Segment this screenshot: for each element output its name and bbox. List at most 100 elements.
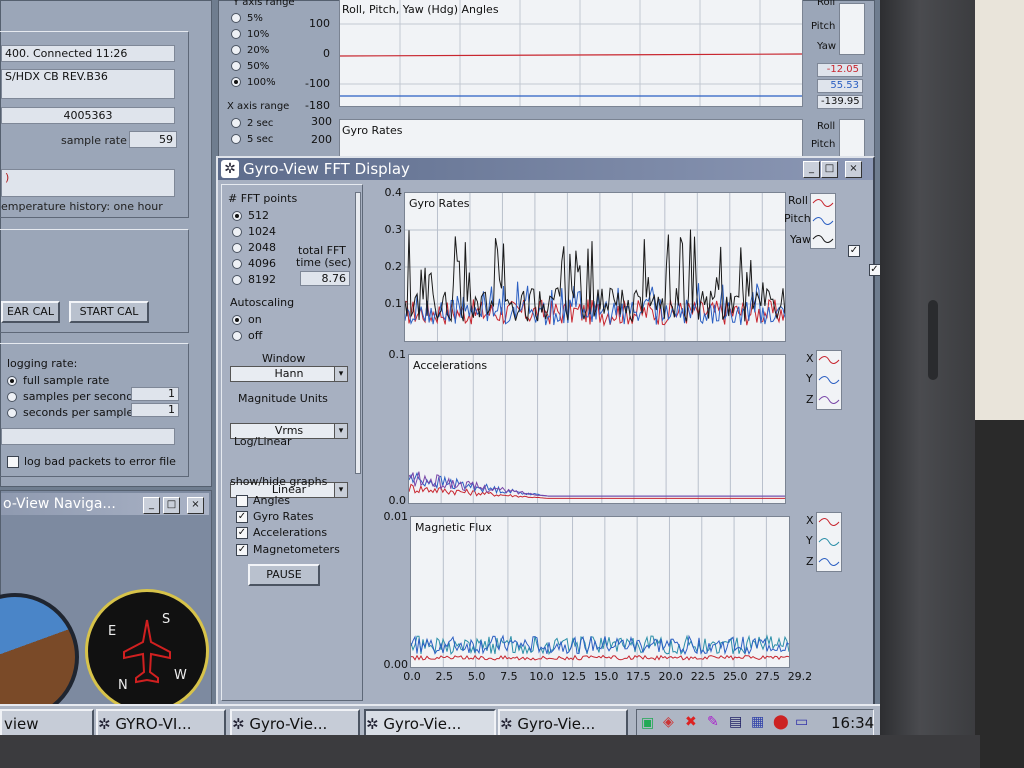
taskbar-item-gyro-main[interactable]: ✲ GYRO-VI... <box>96 709 226 735</box>
serial-field: 4005363 <box>1 107 175 124</box>
logging-rate-label: logging rate: <box>7 357 78 370</box>
toggle-accelerations[interactable]: ✓ Accelerations <box>236 526 327 539</box>
clock: 16:34 <box>831 714 875 732</box>
legend-yaw: Yaw <box>817 41 837 52</box>
y-range-100[interactable]: 100% <box>231 77 276 88</box>
maximize-icon[interactable]: □ <box>821 161 838 178</box>
toggle-angles[interactable]: Angles <box>236 494 290 507</box>
y-range-20[interactable]: 20% <box>231 45 269 56</box>
x-range-5[interactable]: 5 sec <box>231 134 273 145</box>
maximize-icon[interactable]: □ <box>163 497 180 514</box>
y-axis-range-label: Y axis range <box>233 0 295 8</box>
loglinear-label: Log/Linear <box>234 435 292 448</box>
gyro-roll-checkbox[interactable]: ✓ <box>848 245 860 257</box>
pen-icon[interactable]: ✎ <box>707 714 719 730</box>
checkbox-icon: ✓ <box>236 544 248 556</box>
checkbox-icon <box>7 456 19 468</box>
samples-per-second-field[interactable]: 1 <box>131 387 179 401</box>
app-logo-icon: ✲ <box>232 715 245 733</box>
window-select[interactable]: Hann <box>230 366 348 382</box>
x-axis-range-label: X axis range <box>227 101 290 112</box>
legend-pitch: Pitch <box>811 21 836 32</box>
monitor-button <box>928 300 938 380</box>
taskbar-item-gyro-active[interactable]: ✲ Gyro-Vie... <box>364 709 496 735</box>
fft-points-8192[interactable]: 8192 <box>232 273 276 286</box>
taskbar-item-view[interactable]: view <box>0 709 94 735</box>
autoscaling-on[interactable]: on <box>232 313 262 326</box>
roll-value: -12.05 <box>817 63 863 77</box>
start-cal-button[interactable]: START CAL <box>69 301 149 323</box>
compass-aircraft-icon <box>123 619 171 684</box>
y-range-5[interactable]: 5% <box>231 13 263 24</box>
device-icon[interactable]: ▦ <box>751 714 764 730</box>
fft-points-1024[interactable]: 1024 <box>232 225 276 238</box>
toggle-gyro-rates[interactable]: ✓ Gyro Rates <box>236 510 314 523</box>
x-tick-label: 20.0 <box>658 670 683 683</box>
acc-legend-lines <box>818 356 840 404</box>
x-tick-label: 25.0 <box>723 670 748 683</box>
attitude-indicator-icon <box>0 593 79 721</box>
taskbar: view ✲ GYRO-VI... ✲ Gyro-Vie... ✲ Gyro-V… <box>0 704 880 735</box>
fft-points-4096[interactable]: 4096 <box>232 257 276 270</box>
y-tick-label: 0.01 <box>383 510 409 523</box>
radio-icon <box>231 61 241 71</box>
seconds-per-sample-field[interactable]: 1 <box>131 403 179 417</box>
log-bad-packets-checkbox[interactable]: log bad packets to error file <box>7 455 176 468</box>
gyro-tick: 200 <box>311 133 332 146</box>
sample-rate-field[interactable]: 59 <box>129 131 177 148</box>
gyro-legend-lines <box>812 199 834 243</box>
y-tick-label: 0.4 <box>384 186 403 199</box>
gyro-pitch-checkbox[interactable]: ✓ <box>868 264 880 276</box>
logging-option-full[interactable]: full sample rate <box>7 374 109 387</box>
x-tick-label: 15.0 <box>593 670 619 683</box>
minimize-icon[interactable]: _ <box>143 497 160 514</box>
fft-plot-2: Magnetic Flux <box>410 516 790 668</box>
y-tick-label: 0.1 <box>384 297 403 310</box>
mag-legend-swatch <box>816 512 842 572</box>
logging-option-seconds[interactable]: seconds per sample <box>7 406 133 419</box>
clear-cal-button[interactable]: EAR CAL <box>1 301 60 323</box>
y-range-10[interactable]: 10% <box>231 29 269 40</box>
minimize-icon[interactable]: _ <box>803 161 820 178</box>
close-icon[interactable]: × <box>845 161 862 178</box>
taskbar-item-gyro-2[interactable]: ✲ Gyro-Vie... <box>230 709 360 735</box>
navigation-window: o-View Naviga... _ □ × S E W N <box>0 490 212 721</box>
network-icon[interactable]: ▣ <box>641 715 654 731</box>
radio-icon <box>232 331 242 341</box>
speaker-icon[interactable]: ▤ <box>729 714 742 730</box>
fft-plot-svg <box>404 193 786 341</box>
gyro-legend-pitch: Pitch <box>784 212 811 225</box>
radio-icon <box>231 134 241 144</box>
mag-legend-x: X <box>806 514 814 527</box>
antivirus-icon[interactable]: ⬤ <box>773 714 789 730</box>
pause-button[interactable]: PAUSE <box>248 564 320 586</box>
app-logo-icon: ✲ <box>500 715 513 733</box>
toggle-magnetometers[interactable]: ✓ Magnetometers <box>236 543 340 556</box>
x-tick-label: 7.5 <box>500 670 518 683</box>
log-file-field[interactable] <box>1 428 175 445</box>
chart-title: Accelerations <box>413 359 488 372</box>
x-range-2[interactable]: 2 sec <box>231 118 273 129</box>
close-icon[interactable]: × <box>187 497 204 514</box>
legend-roll: Roll <box>817 0 836 8</box>
compass-label-s: S <box>162 612 171 627</box>
display-icon[interactable]: ▭ <box>795 714 808 730</box>
autoscaling-off[interactable]: off <box>232 329 262 342</box>
fft-points-512[interactable]: 512 <box>232 209 269 222</box>
fft-points-2048[interactable]: 2048 <box>232 241 276 254</box>
shield-icon[interactable]: ◈ <box>663 714 674 730</box>
acc-legend-swatch <box>816 350 842 410</box>
splitter-handle[interactable] <box>355 192 361 474</box>
fft-plot-1: Accelerations <box>408 354 786 504</box>
app-logo-icon: ✲ <box>98 715 111 733</box>
taskbar-item-gyro-4[interactable]: ✲ Gyro-Vie... <box>498 709 628 735</box>
logging-option-samples[interactable]: samples per second <box>7 390 133 403</box>
radio-icon <box>231 29 241 39</box>
fft-titlebar[interactable]: ✲ Gyro-View FFT Display <box>218 158 873 180</box>
chart-title: Magnetic Flux <box>415 521 492 534</box>
x-tick-label: 2.5 <box>435 670 454 683</box>
y-tick-label: 0.3 <box>384 223 403 236</box>
alert-icon[interactable]: ✖ <box>685 714 697 730</box>
radio-icon <box>7 408 17 418</box>
y-range-50[interactable]: 50% <box>231 61 269 72</box>
